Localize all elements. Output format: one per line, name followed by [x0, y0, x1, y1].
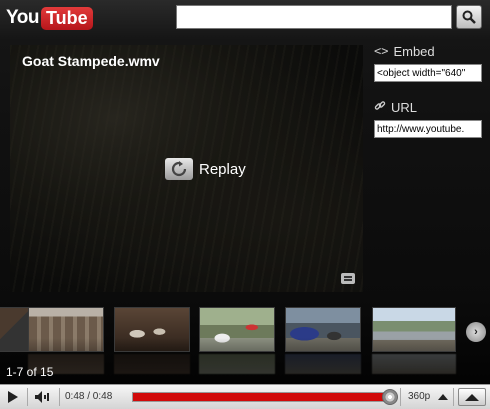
code-brackets-icon: <>	[374, 44, 389, 58]
video-screen[interactable]: Goat Stampede.wmv Replay	[10, 45, 363, 292]
quality-up-arrow-icon[interactable]	[438, 394, 448, 400]
video-thumbnail-street[interactable]	[28, 307, 104, 352]
logo-you-text: You	[6, 7, 39, 28]
captions-icon[interactable]	[341, 273, 355, 284]
thumbnail-reflection	[285, 354, 361, 374]
search-button[interactable]	[456, 5, 482, 29]
related-counter: 1-7 of 15	[6, 365, 54, 379]
control-divider	[400, 388, 401, 406]
search-input[interactable]	[176, 5, 452, 29]
link-icon	[374, 100, 386, 115]
share-panel: <> Embed URL	[374, 42, 486, 138]
embed-code-field[interactable]	[374, 64, 482, 82]
video-thumbnail-goats-field[interactable]	[285, 307, 361, 352]
fullscreen-button[interactable]	[458, 388, 486, 406]
video-thumbnail-goats-road[interactable]	[372, 307, 456, 352]
scrubber-handle[interactable]	[382, 389, 398, 405]
time-display: 0:48 / 0:48	[65, 391, 113, 402]
top-bar: You Tube	[0, 0, 490, 36]
play-icon	[8, 391, 18, 403]
video-thumbnail-goats-yard[interactable]	[199, 307, 275, 352]
progress-bar[interactable]	[132, 389, 398, 405]
url-label: URL	[391, 99, 418, 115]
speaker-icon	[35, 391, 49, 403]
volume-button[interactable]	[33, 387, 53, 407]
play-button[interactable]	[4, 387, 22, 407]
thumbnail-reflection	[199, 354, 275, 374]
thumbnail-reflection	[372, 354, 456, 374]
embed-label: Embed	[393, 43, 435, 59]
video-title: Goat Stampede.wmv	[22, 53, 160, 69]
chevron-right-icon: ›	[474, 326, 478, 338]
search-icon	[462, 10, 476, 24]
control-divider	[453, 388, 454, 406]
related-videos-strip	[0, 306, 490, 374]
embed-heading: <> Embed	[374, 42, 486, 60]
replay-label: Replay	[199, 160, 246, 178]
control-bar: 0:48 / 0:48 360p	[0, 384, 490, 409]
video-player: You Tube Goat Stampede.wmv Replay <> Emb…	[0, 0, 490, 409]
progress-fill	[133, 393, 391, 401]
next-videos-button[interactable]: ›	[466, 322, 486, 342]
control-divider	[27, 388, 28, 406]
thumbnail-reflection	[114, 354, 190, 374]
control-divider	[59, 388, 60, 406]
video-thumbnail-goats-pen[interactable]	[114, 307, 190, 352]
expand-icon	[465, 393, 479, 401]
replay-button[interactable]: Replay	[165, 158, 246, 180]
url-field[interactable]	[374, 120, 482, 138]
logo-tube-text: Tube	[40, 6, 93, 30]
quality-label[interactable]: 360p	[408, 391, 430, 402]
youtube-logo[interactable]: You Tube	[6, 5, 93, 31]
replay-icon	[165, 158, 193, 180]
url-heading: URL	[374, 98, 486, 116]
